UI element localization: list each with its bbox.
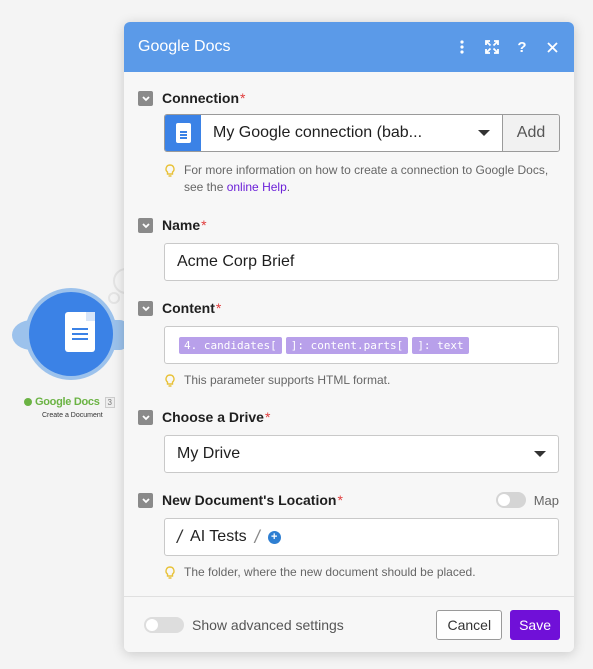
drive-label: Choose a Drive* (162, 409, 271, 425)
status-dot-icon (24, 398, 32, 406)
module-label: Google Docs 3 (24, 396, 115, 408)
google-docs-icon (165, 115, 201, 151)
drive-value: My Drive (177, 445, 241, 462)
add-connection-button[interactable]: Add (503, 115, 559, 151)
name-field: Name* Acme Corp Brief (138, 215, 559, 281)
module-circle[interactable] (29, 292, 113, 376)
drive-select[interactable]: My Drive (164, 435, 559, 473)
connection-select[interactable]: My Google connection (bab... Add (164, 114, 560, 152)
dialog-title: Google Docs (138, 38, 231, 55)
mapped-variable-pill[interactable]: ]: content.parts[ (285, 336, 409, 354)
mapped-variable-pill[interactable]: ]: text (412, 336, 469, 354)
bubble-dot (108, 292, 120, 304)
content-checkbox[interactable] (138, 300, 153, 316)
chevron-down-icon (534, 451, 546, 457)
dialog-footer: Show advanced settings Cancel Save (124, 596, 574, 652)
location-path-input[interactable]: / AI Tests / + (164, 518, 559, 556)
save-button[interactable]: Save (510, 609, 560, 640)
location-label: New Document's Location* (162, 492, 343, 508)
add-folder-icon[interactable]: + (267, 530, 281, 544)
path-separator: / (177, 526, 183, 547)
connection-value: My Google connection (bab... (213, 124, 423, 141)
location-field: New Document's Location* Map / AI Tests … (138, 490, 559, 579)
scenario-canvas[interactable]: Google Docs 3 Create a Document Google D… (0, 0, 593, 669)
help-icon[interactable]: ? (514, 39, 530, 56)
close-icon[interactable] (544, 39, 560, 55)
drive-field: Choose a Drive* My Drive (138, 407, 559, 473)
advanced-settings-label: Show advanced settings (192, 616, 344, 633)
connection-checkbox[interactable] (138, 90, 153, 106)
lightbulb-icon (164, 372, 176, 393)
content-hint: This parameter supports HTML format. (164, 372, 390, 393)
content-label: Content* (162, 300, 222, 316)
cancel-button[interactable]: Cancel (436, 609, 503, 640)
folder-name[interactable]: AI Tests (190, 528, 247, 546)
drive-checkbox[interactable] (138, 409, 153, 425)
lightbulb-icon (164, 564, 176, 585)
map-label: Map (533, 492, 559, 508)
online-help-link[interactable]: online Help (227, 180, 287, 194)
lightbulb-icon (164, 162, 176, 196)
location-hint: The folder, where the new document shoul… (164, 564, 476, 585)
more-vertical-icon[interactable] (454, 39, 470, 55)
google-docs-icon (65, 312, 95, 352)
advanced-settings-toggle[interactable] (144, 616, 184, 633)
connection-label: Connection* (162, 90, 246, 106)
module-settings-dialog: Google Docs ? Connection* My Google conn… (124, 22, 574, 652)
module-subtitle: Create a Document (42, 412, 103, 419)
module-name: Google Docs (35, 396, 100, 408)
module-id-badge: 3 (104, 396, 115, 408)
name-label: Name* (162, 217, 207, 233)
connection-dropdown[interactable]: My Google connection (bab... (201, 115, 503, 151)
dialog-header: Google Docs ? (124, 22, 574, 72)
location-checkbox[interactable] (138, 492, 153, 508)
content-input[interactable]: 4. candidates[ ]: content.parts[ ]: text (164, 326, 559, 364)
name-checkbox[interactable] (138, 217, 153, 233)
map-toggle[interactable] (495, 492, 526, 508)
chevron-down-icon (478, 130, 490, 136)
connection-field: Connection* My Google connection (bab...… (138, 88, 560, 194)
path-separator: / (254, 526, 260, 547)
connection-hint: For more information on how to create a … (164, 162, 559, 196)
content-field: Content* 4. candidates[ ]: content.parts… (138, 298, 559, 387)
mapped-variable-pill[interactable]: 4. candidates[ (179, 336, 282, 354)
name-input[interactable]: Acme Corp Brief (164, 243, 559, 281)
expand-icon[interactable] (484, 39, 500, 55)
